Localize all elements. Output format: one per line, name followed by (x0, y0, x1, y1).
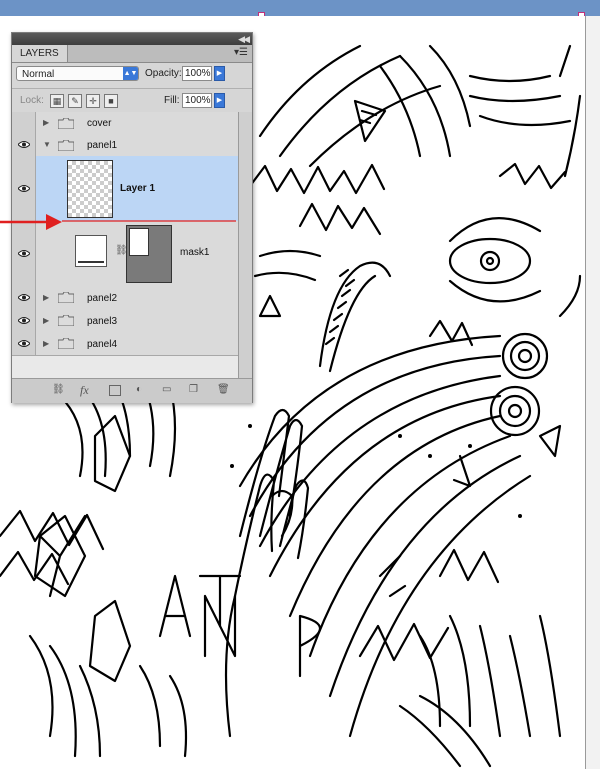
collapse-icon[interactable]: ◀◀ (238, 33, 250, 45)
panel-tab-row: LAYERS ▾☰ (12, 45, 252, 63)
document-top-bar (0, 0, 600, 17)
eye-icon (18, 294, 30, 301)
folder-icon (58, 338, 74, 349)
panel-title-bar[interactable]: ◀◀ (12, 33, 252, 45)
collapse-triangle-icon[interactable]: ▼ (43, 140, 51, 149)
layer-name: panel2 (87, 293, 118, 304)
add-mask-icon[interactable] (109, 385, 121, 396)
layer-list-scrollbar[interactable] (238, 112, 252, 378)
layer-thumbnail (75, 235, 107, 267)
visibility-toggle[interactable] (12, 286, 36, 309)
canvas-right-gutter (585, 16, 600, 769)
opacity-slider-arrow-icon[interactable]: ▶ (214, 66, 225, 81)
lock-all-icon[interactable]: ■ (104, 94, 118, 108)
lock-brush-icon[interactable]: ✎ (68, 94, 82, 108)
new-group-icon[interactable]: ▭ (162, 384, 171, 396)
lock-label: Lock: (20, 95, 44, 106)
layer-name: mask1 (180, 247, 210, 258)
layer-row-panel3[interactable]: ▶ panel3 (12, 309, 238, 333)
adjustment-icon[interactable]: ◐ (136, 384, 142, 396)
layer-name: panel4 (87, 339, 118, 350)
eye-icon (18, 185, 30, 192)
layer-name: panel3 (87, 316, 118, 327)
insertion-indicator-arrow (0, 214, 236, 230)
layer-list: ▶ cover ▼ panel1 Layer 1 ⛓ mask1 ▶ panel… (12, 112, 238, 378)
link-layers-icon[interactable]: ⛓ (52, 384, 65, 396)
folder-icon (58, 140, 74, 151)
tab-layers[interactable]: LAYERS (12, 45, 68, 62)
blend-mode-value: Normal (22, 69, 55, 80)
visibility-toggle[interactable] (12, 309, 36, 332)
visibility-toggle[interactable] (12, 134, 36, 156)
eye-icon (18, 141, 30, 148)
opacity-input[interactable]: 100% (182, 66, 212, 81)
lock-position-icon[interactable]: ✛ (86, 94, 100, 108)
lock-transparency-icon[interactable]: ▦ (50, 94, 64, 108)
fx-icon[interactable]: fx (80, 384, 89, 396)
eye-icon (18, 317, 30, 324)
fill-input[interactable]: 100% (182, 93, 212, 108)
layer-row-panel2[interactable]: ▶ panel2 (12, 286, 238, 310)
layer-name: panel1 (87, 140, 118, 151)
trash-icon[interactable]: 🗑 (217, 384, 230, 396)
blend-mode-select[interactable]: Normal ▲▼ (16, 66, 139, 81)
folder-icon (58, 315, 74, 326)
panel-bottom-toolbar: ⛓ fx ◐ ▭ ❐ 🗑 (12, 378, 252, 403)
opacity-label: Opacity: (145, 68, 182, 79)
visibility-toggle[interactable] (12, 332, 36, 355)
layer-name: Layer 1 (120, 183, 156, 194)
eye-icon (18, 250, 30, 257)
new-layer-icon[interactable]: ❐ (189, 384, 198, 396)
folder-icon (58, 118, 74, 129)
expand-triangle-icon[interactable]: ▶ (43, 339, 49, 348)
layer-name: cover (87, 118, 112, 129)
expand-triangle-icon[interactable]: ▶ (43, 316, 49, 325)
visibility-toggle[interactable] (12, 112, 36, 134)
chevron-updown-icon[interactable]: ▲▼ (123, 67, 138, 80)
layer-row-panel1[interactable]: ▼ panel1 (12, 134, 238, 157)
layer-row-panel4[interactable]: ▶ panel4 (12, 332, 238, 356)
fill-slider-arrow-icon[interactable]: ▶ (214, 93, 225, 108)
lock-row: Lock: ▦ ✎ ✛ ■ Fill: 100% ▶ (12, 88, 252, 113)
panel-menu-icon[interactable]: ▾☰ (234, 47, 248, 58)
folder-icon (58, 292, 74, 303)
layer-row-cover[interactable]: ▶ cover (12, 112, 238, 135)
fill-label: Fill: (164, 95, 180, 106)
eye-icon (18, 340, 30, 347)
expand-triangle-icon[interactable]: ▶ (43, 293, 49, 302)
expand-triangle-icon[interactable]: ▶ (43, 118, 49, 127)
